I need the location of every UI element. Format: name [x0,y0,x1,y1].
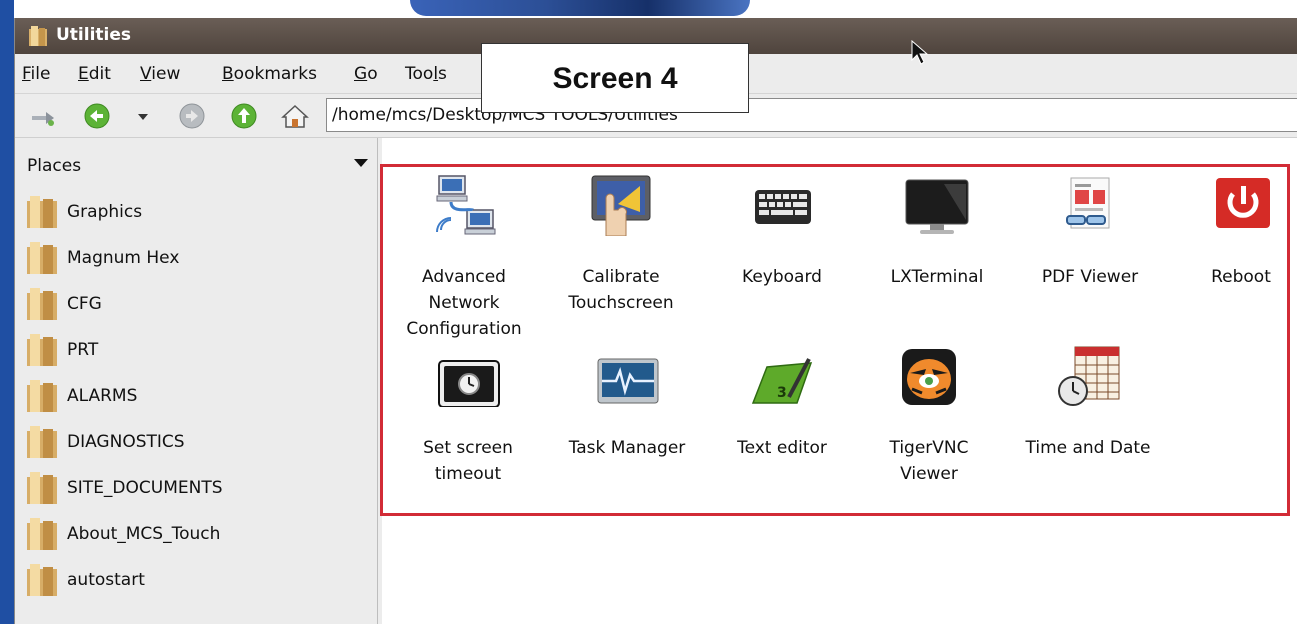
screen-timeout-icon [438,360,500,407]
menu-edit[interactable]: Edit [78,64,111,84]
file-label: Keyboard [742,267,822,287]
home-icon[interactable] [281,102,309,130]
window-title: Utilities [56,25,132,45]
up-icon[interactable] [230,102,258,130]
places-header-label: Places [27,156,82,176]
folder-icon [27,518,57,550]
history-dropdown-icon[interactable] [129,102,157,130]
calendar-clock-icon [1058,346,1120,406]
menu-view[interactable]: View [140,64,180,84]
folder-icon [27,472,57,504]
touchscreen-icon [591,175,651,236]
desktop-wallpaper-swoosh [410,0,750,16]
menu-file[interactable]: File [22,64,50,84]
file-label: TigerVNC Viewer [889,438,969,484]
menu-tools[interactable]: Tools [405,64,447,84]
places-header[interactable]: Places [15,138,378,188]
file-label: PDF Viewer [1041,267,1139,287]
folder-icon [27,380,57,412]
file-label: Set screen timeout [423,438,513,484]
svg-text:3: 3 [777,385,787,401]
file-label: Time and Date [1025,438,1151,458]
go-to-icon[interactable] [29,102,57,130]
sidebar-item-alarms[interactable]: ALARMS [15,374,378,418]
stop-icon[interactable] [178,102,206,130]
keyboard-icon [755,190,811,224]
screen-annotation-label: Screen 4 [481,43,749,113]
text-editor-icon: 3 [751,358,813,404]
file-label: Text editor [737,438,827,458]
places-sidebar: Places Graphics Magnum Hex CFG PRT ALARM… [15,138,378,624]
folder-icon [27,564,57,596]
back-icon[interactable] [83,102,111,130]
folder-icon [27,242,57,274]
file-label: Calibrate Touchscreen [568,267,674,313]
file-label: Task Manager [568,438,686,458]
task-manager-icon [597,358,659,404]
file-label: Reboot [1211,267,1271,287]
file-view [382,138,1297,624]
network-icon [436,175,496,235]
sidebar-item-about-mcs-touch[interactable]: About_MCS_Touch [15,512,378,556]
terminal-icon [905,179,969,234]
chevron-down-icon [354,159,368,167]
sidebar-item-cfg[interactable]: CFG [15,282,378,326]
desktop-edge [0,0,14,624]
folder-icon [27,426,57,458]
mouse-pointer-icon [911,40,929,65]
sidebar-item-graphics[interactable]: Graphics [15,190,378,234]
sidebar-item-autostart[interactable]: autostart [15,558,378,602]
folder-icon [27,196,57,228]
file-label: LXTerminal [890,267,984,287]
menu-go[interactable]: Go [354,64,378,84]
power-icon [1216,178,1270,228]
folder-icon [29,26,47,46]
menu-bookmarks[interactable]: Bookmarks [222,64,317,84]
folder-icon [27,288,57,320]
file-label: Advanced Network Configuration [406,267,522,339]
location-field[interactable]: /home/mcs/Desktop/MCS TOOLS/Utilities [326,98,1297,132]
sidebar-item-prt[interactable]: PRT [15,328,378,372]
sidebar-item-site-documents[interactable]: SITE_DOCUMENTS [15,466,378,510]
sidebar-item-magnum-hex[interactable]: Magnum Hex [15,236,378,280]
tiger-icon [902,349,956,405]
folder-icon [27,334,57,366]
sidebar-item-diagnostics[interactable]: DIAGNOSTICS [15,420,378,464]
pdf-icon [1066,177,1110,229]
desktop-background [0,0,1297,18]
